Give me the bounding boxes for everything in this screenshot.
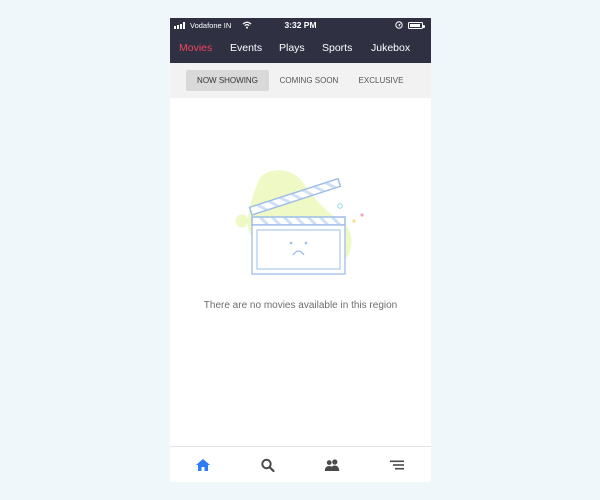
clock: 3:32 PM bbox=[284, 20, 317, 30]
nav-item-events[interactable]: Events bbox=[230, 42, 262, 54]
menu-icon[interactable] bbox=[389, 458, 405, 472]
clapperboard-sad-icon bbox=[235, 170, 364, 275]
top-nav: Movies Events Plays Sports Jukebox bbox=[170, 33, 431, 63]
bottom-tab-bar bbox=[170, 446, 431, 482]
tab-now-showing[interactable]: NOW SHOWING bbox=[186, 70, 269, 91]
sub-tabs: NOW SHOWING COMING SOON EXCLUSIVE bbox=[170, 63, 431, 98]
tab-coming-soon[interactable]: COMING SOON bbox=[274, 70, 344, 91]
phone-screen: Vodafone IN 3:32 PM Movies Events Plays … bbox=[170, 18, 431, 482]
empty-state-message: There are no movies available in this re… bbox=[203, 300, 398, 311]
search-icon[interactable] bbox=[260, 458, 276, 472]
people-icon[interactable] bbox=[324, 458, 340, 472]
nav-item-jukebox[interactable]: Jukebox bbox=[371, 42, 410, 54]
status-bar: Vodafone IN 3:32 PM bbox=[170, 18, 431, 33]
home-icon[interactable] bbox=[195, 458, 211, 472]
battery-icon bbox=[408, 22, 425, 29]
location-icon bbox=[395, 21, 403, 29]
tab-exclusive[interactable]: EXCLUSIVE bbox=[353, 70, 409, 91]
nav-item-movies[interactable]: Movies bbox=[179, 42, 212, 54]
nav-item-plays[interactable]: Plays bbox=[279, 42, 305, 54]
nav-item-sports[interactable]: Sports bbox=[322, 42, 352, 54]
